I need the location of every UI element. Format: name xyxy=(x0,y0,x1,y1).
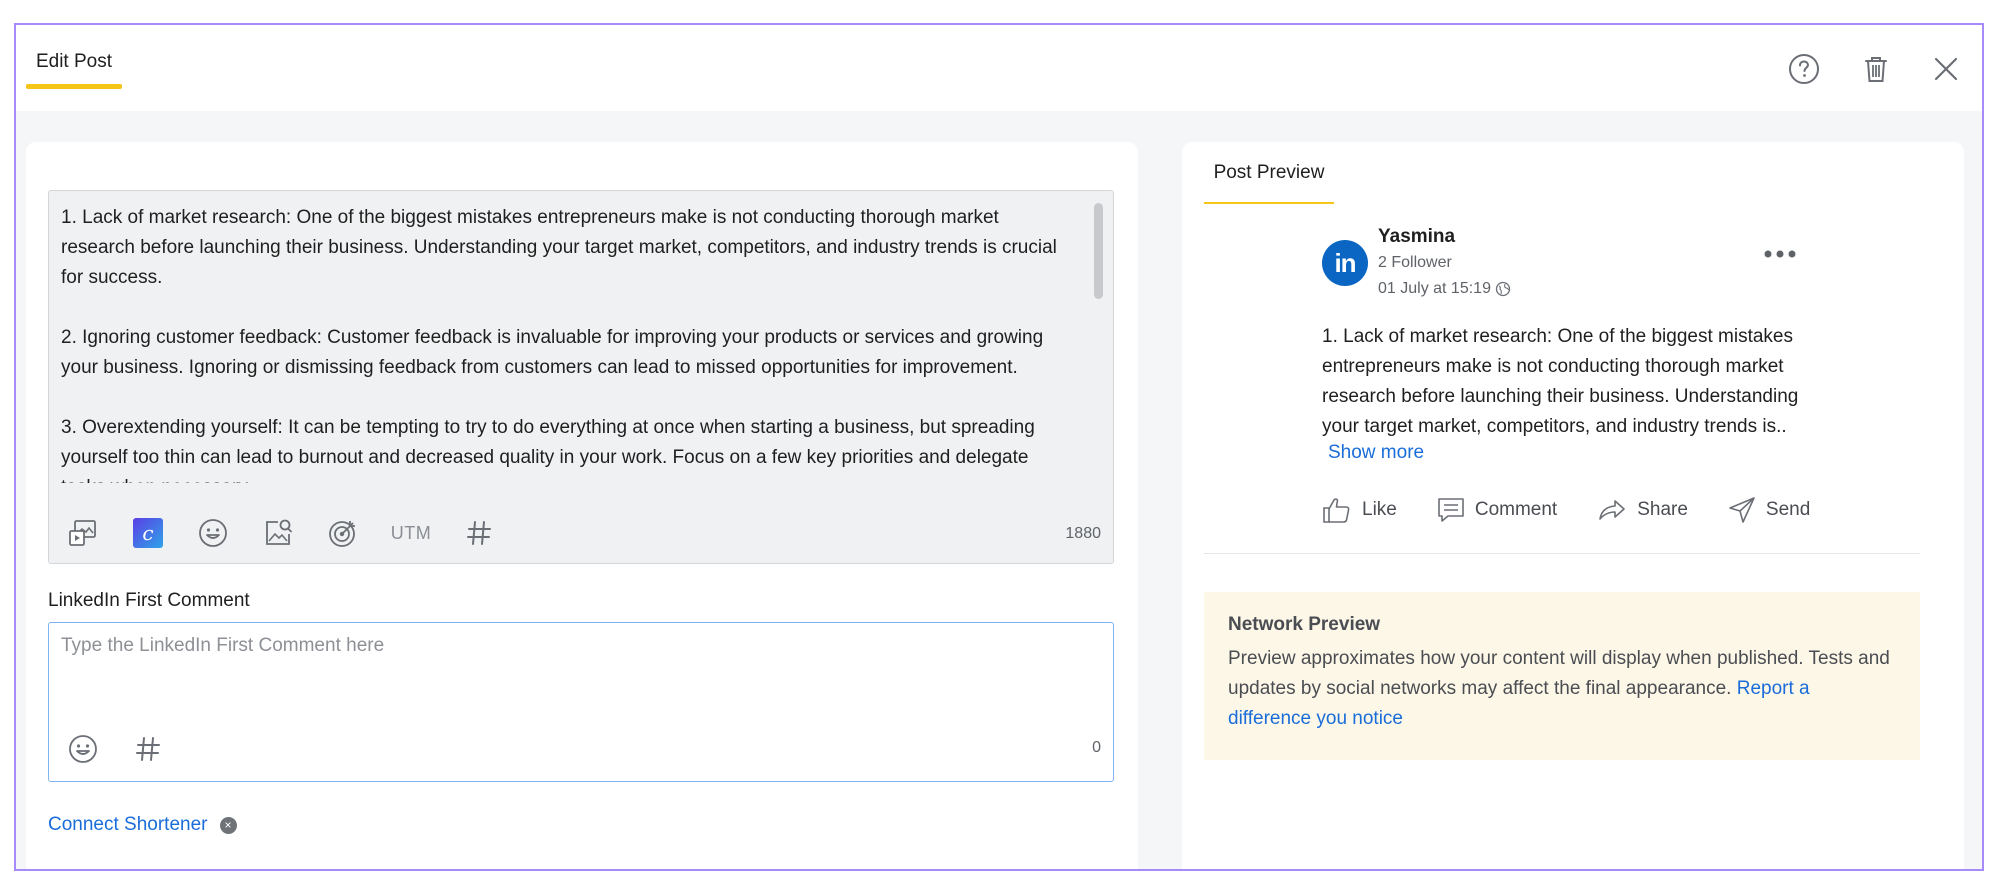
first-comment-toolbar xyxy=(63,729,193,769)
help-icon xyxy=(1789,54,1819,84)
active-tab-underline xyxy=(1204,202,1334,204)
active-tab-underline xyxy=(26,84,122,89)
help-button[interactable] xyxy=(1784,49,1824,89)
share-button[interactable]: Share xyxy=(1597,498,1688,522)
like-label: Like xyxy=(1362,499,1397,520)
canva-button[interactable]: c xyxy=(128,513,168,553)
network-preview-title: Network Preview xyxy=(1228,614,1381,635)
shortener-row: Connect Shortener × xyxy=(48,814,237,836)
network-preview-notice: Network Preview Preview approximates how… xyxy=(1204,592,1920,760)
first-comment-placeholder: Type the LinkedIn First Comment here xyxy=(61,635,385,656)
post-paragraph: 3. Overextending yourself: It can be tem… xyxy=(61,417,1035,483)
send-label: Send xyxy=(1765,499,1811,520)
target-audience-button[interactable] xyxy=(323,513,363,553)
post-date-text: 01 July at 15:19 xyxy=(1378,280,1491,297)
show-more-link[interactable]: Show more xyxy=(1328,442,1424,464)
post-char-count: 1880 xyxy=(1065,525,1101,542)
preview-post-text: 1. Lack of market research: One of the b… xyxy=(1322,326,1799,437)
more-options-button[interactable] xyxy=(1760,242,1800,266)
follower-count: 2 Follower xyxy=(1378,254,1452,271)
emoji-icon xyxy=(69,735,97,763)
like-button[interactable]: Like xyxy=(1322,496,1397,524)
send-button[interactable]: Send xyxy=(1728,496,1810,524)
remove-shortener-icon[interactable]: × xyxy=(219,816,237,834)
edit-post-modal: Edit Post 1. Lack of market research: On… xyxy=(14,23,1984,871)
comment-button[interactable]: Comment xyxy=(1437,497,1557,523)
first-comment-char-count: 0 xyxy=(1092,739,1101,756)
send-icon xyxy=(1729,497,1755,523)
tab-post-preview-label: Post Preview xyxy=(1213,162,1325,183)
network-preview-body: Preview approximates how your content wi… xyxy=(1228,644,1896,734)
post-paragraph: 1. Lack of market research: One of the b… xyxy=(61,207,1057,288)
connect-shortener-link[interactable]: Connect Shortener xyxy=(48,814,208,836)
comment-icon xyxy=(1438,498,1464,522)
share-icon xyxy=(1599,500,1626,520)
emoji-button[interactable] xyxy=(193,513,233,553)
emoji-icon xyxy=(199,519,227,547)
linkedin-avatar-icon: in xyxy=(1322,240,1368,286)
thumbs-up-icon xyxy=(1323,498,1350,523)
editor-scrollbar[interactable] xyxy=(1094,203,1103,299)
comment-label: Comment xyxy=(1474,499,1558,520)
preview-divider xyxy=(1204,553,1920,554)
post-date: 01 July at 15:19 xyxy=(1378,280,1511,298)
composer-card: 1. Lack of market research: One of the b… xyxy=(26,142,1138,869)
hashtag-button[interactable] xyxy=(459,513,499,553)
post-editor[interactable]: 1. Lack of market research: One of the b… xyxy=(48,190,1114,564)
editor-toolbar: c UTM xyxy=(63,513,524,553)
hashtag-icon xyxy=(136,737,160,761)
globe-icon xyxy=(1495,281,1511,297)
close-button[interactable] xyxy=(1926,49,1966,89)
media-library-button[interactable] xyxy=(63,513,103,553)
delete-button[interactable] xyxy=(1856,49,1896,89)
comment-emoji-button[interactable] xyxy=(63,729,103,769)
trash-icon xyxy=(1865,57,1887,82)
modal-header: Edit Post xyxy=(16,25,1982,111)
tab-edit-post-label: Edit Post xyxy=(35,51,113,72)
post-paragraph: 2. Ignoring customer feedback: Customer … xyxy=(61,327,1044,378)
tab-post-preview[interactable]: Post Preview xyxy=(1204,160,1334,204)
share-label: Share xyxy=(1637,499,1688,520)
close-icon xyxy=(1934,57,1958,81)
post-actions: Like Comment Share Send xyxy=(1322,496,1850,524)
more-horizontal-icon xyxy=(1764,250,1796,258)
post-text-area[interactable]: 1. Lack of market research: One of the b… xyxy=(61,203,1071,483)
utm-button[interactable]: UTM xyxy=(388,513,434,553)
preview-card: Post Preview in Yasmina 2 Follower 01 Ju… xyxy=(1182,142,1964,869)
tab-edit-post[interactable]: Edit Post xyxy=(26,49,122,89)
media-library-icon xyxy=(69,520,96,546)
first-comment-field[interactable]: Type the LinkedIn First Comment here 0 xyxy=(48,622,1114,782)
first-comment-label: LinkedIn First Comment xyxy=(48,590,250,611)
canva-icon: c xyxy=(133,518,163,548)
image-search-button[interactable] xyxy=(258,513,298,553)
modal-body: 1. Lack of market research: One of the b… xyxy=(16,111,1982,869)
hashtag-icon xyxy=(467,521,491,545)
author-name: Yasmina xyxy=(1378,226,1456,247)
image-search-icon xyxy=(266,519,292,545)
target-icon xyxy=(329,521,355,547)
comment-hashtag-button[interactable] xyxy=(128,729,168,769)
